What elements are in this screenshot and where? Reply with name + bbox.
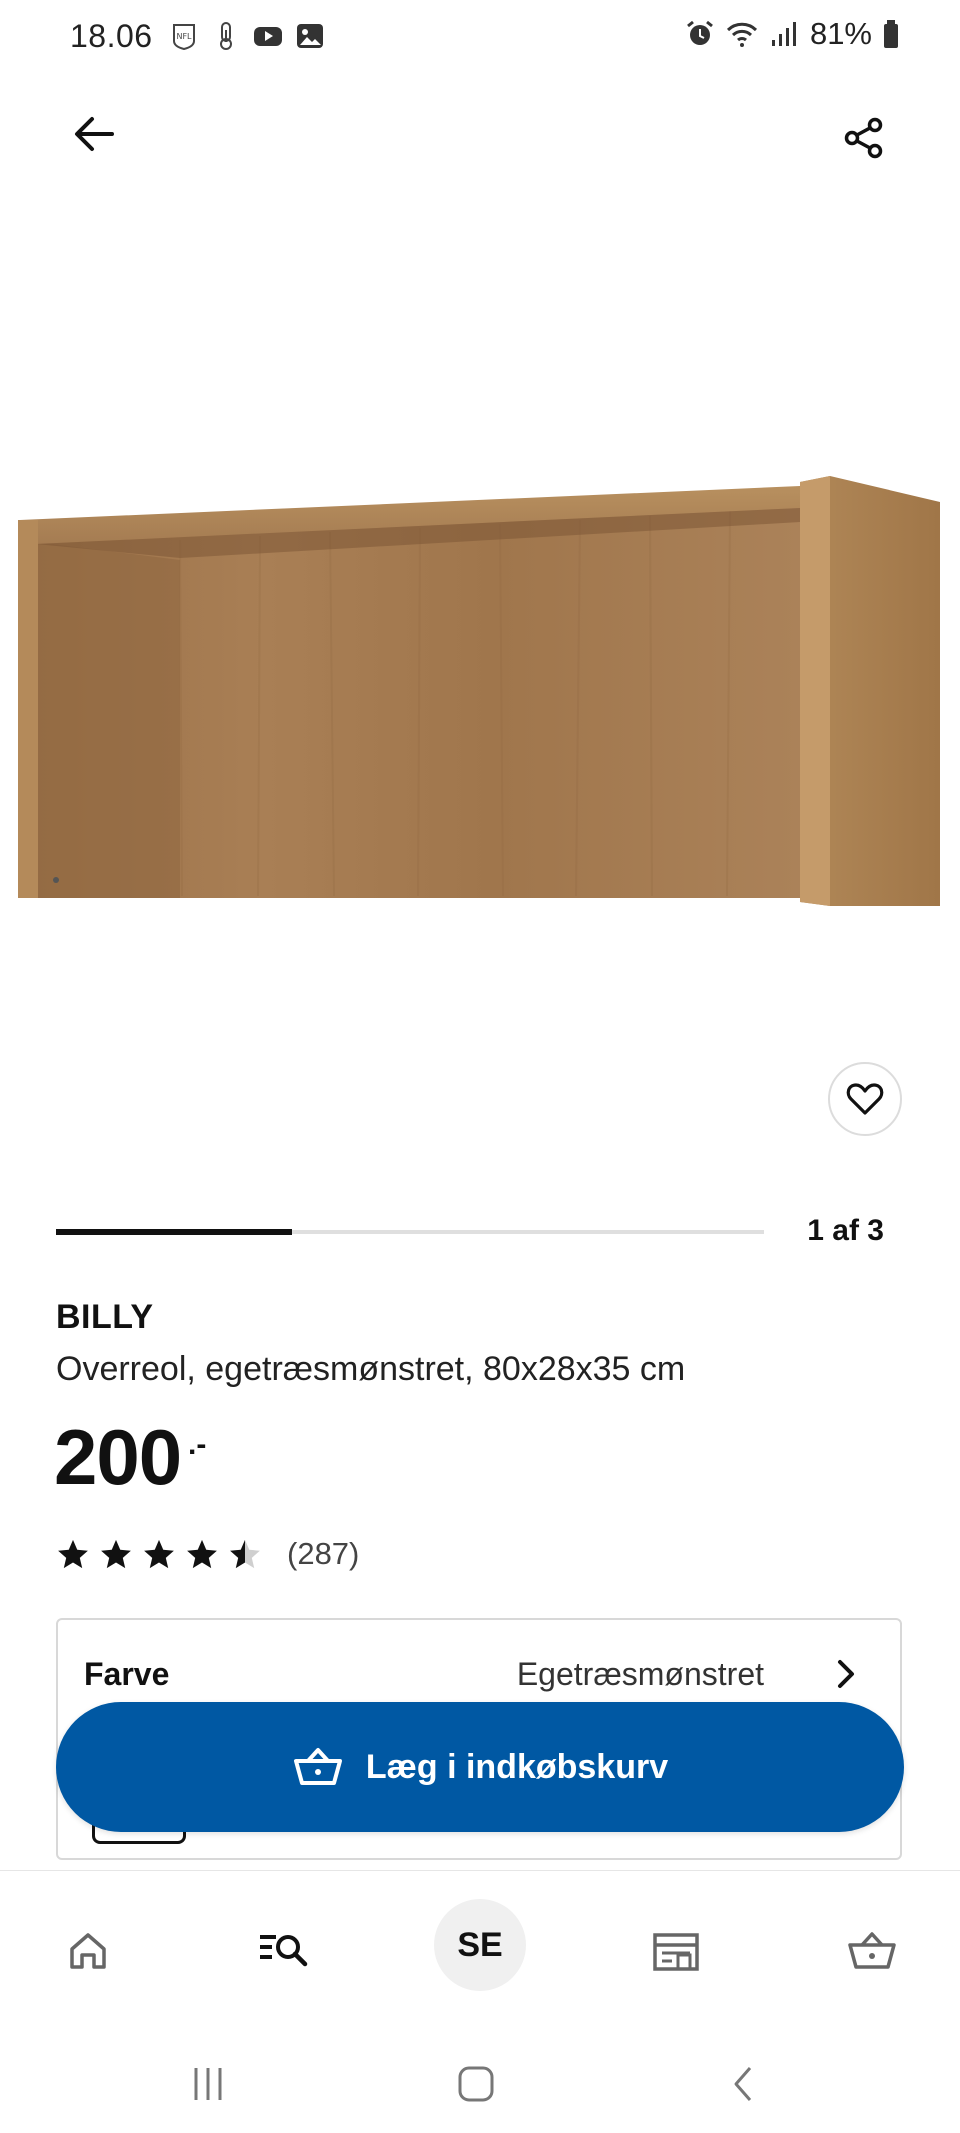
- store-icon: [653, 1933, 699, 1971]
- review-count: (287): [287, 1536, 360, 1571]
- product-description: Overreol, egetræsmønstret, 80x28x35 cm: [56, 1350, 686, 1388]
- home-system-button[interactable]: [446, 2054, 506, 2114]
- nav-search[interactable]: [244, 1911, 324, 1991]
- chevron-right-icon[interactable]: [826, 1654, 866, 1694]
- status-bar: 18.06 NFL 81%: [0, 0, 960, 80]
- star-full-icon: [58, 1539, 88, 1569]
- basket-icon: [848, 1932, 896, 1969]
- color-value: Egetræsmønstret: [516, 1656, 764, 1692]
- favorite-button[interactable]: [828, 1062, 902, 1136]
- home-icon: [70, 1933, 106, 1969]
- share-button[interactable]: [830, 104, 898, 172]
- basket-icon: [293, 1748, 342, 1785]
- battery-percentage: 81%: [809, 16, 872, 51]
- product-image[interactable]: [0, 440, 960, 920]
- home-square-icon: [458, 2066, 494, 2102]
- price-suffix: .-: [188, 1428, 207, 1461]
- bottom-navigation: SE: [0, 1870, 960, 2021]
- add-to-cart-button[interactable]: Læg i indkøbskurv: [56, 1702, 904, 1832]
- store-selector[interactable]: SE: [434, 1899, 526, 1991]
- back-system-button[interactable]: [714, 2054, 774, 2114]
- carousel-progress-fill: [56, 1229, 292, 1235]
- product-name: BILLY: [56, 1298, 154, 1336]
- nav-home[interactable]: [48, 1911, 128, 1991]
- status-time: 18.06: [70, 18, 153, 54]
- heart-icon: [846, 1083, 884, 1115]
- status-notification-icons: NFL: [168, 20, 326, 52]
- nav-store[interactable]: [636, 1911, 716, 1991]
- nav-basket[interactable]: [832, 1911, 912, 1991]
- product-price: 200: [54, 1413, 182, 1501]
- svg-text:NFL: NFL: [176, 32, 192, 41]
- add-to-cart-label: Læg i indkøbskurv: [365, 1747, 669, 1786]
- carousel-counter: 1 af 3: [807, 1214, 884, 1247]
- search-icon: [260, 1935, 308, 1967]
- arrow-left-icon: [75, 117, 114, 151]
- recent-apps-button[interactable]: [178, 2054, 238, 2114]
- status-system-icons: 81%: [684, 16, 900, 52]
- thermometer-icon: [220, 22, 232, 50]
- signal-icon: [771, 22, 796, 46]
- wifi-icon: [726, 22, 758, 47]
- star-full-icon: [144, 1539, 174, 1569]
- star-full-icon: [187, 1539, 217, 1569]
- star-full-icon: [101, 1539, 131, 1569]
- star-half-icon: [230, 1539, 260, 1569]
- back-button[interactable]: [60, 100, 128, 168]
- product-rating[interactable]: (287): [56, 1536, 359, 1572]
- alarm-icon: [687, 20, 713, 45]
- battery-icon: [884, 20, 898, 48]
- youtube-icon: [254, 27, 282, 46]
- color-label: Farve: [84, 1656, 170, 1692]
- recent-apps-icon: [194, 2068, 222, 2100]
- system-navigation: [0, 2030, 960, 2133]
- chevron-left-icon: [734, 2067, 752, 2101]
- share-icon: [844, 117, 883, 159]
- nfl-icon: NFL: [173, 24, 195, 51]
- gallery-icon: [297, 24, 323, 48]
